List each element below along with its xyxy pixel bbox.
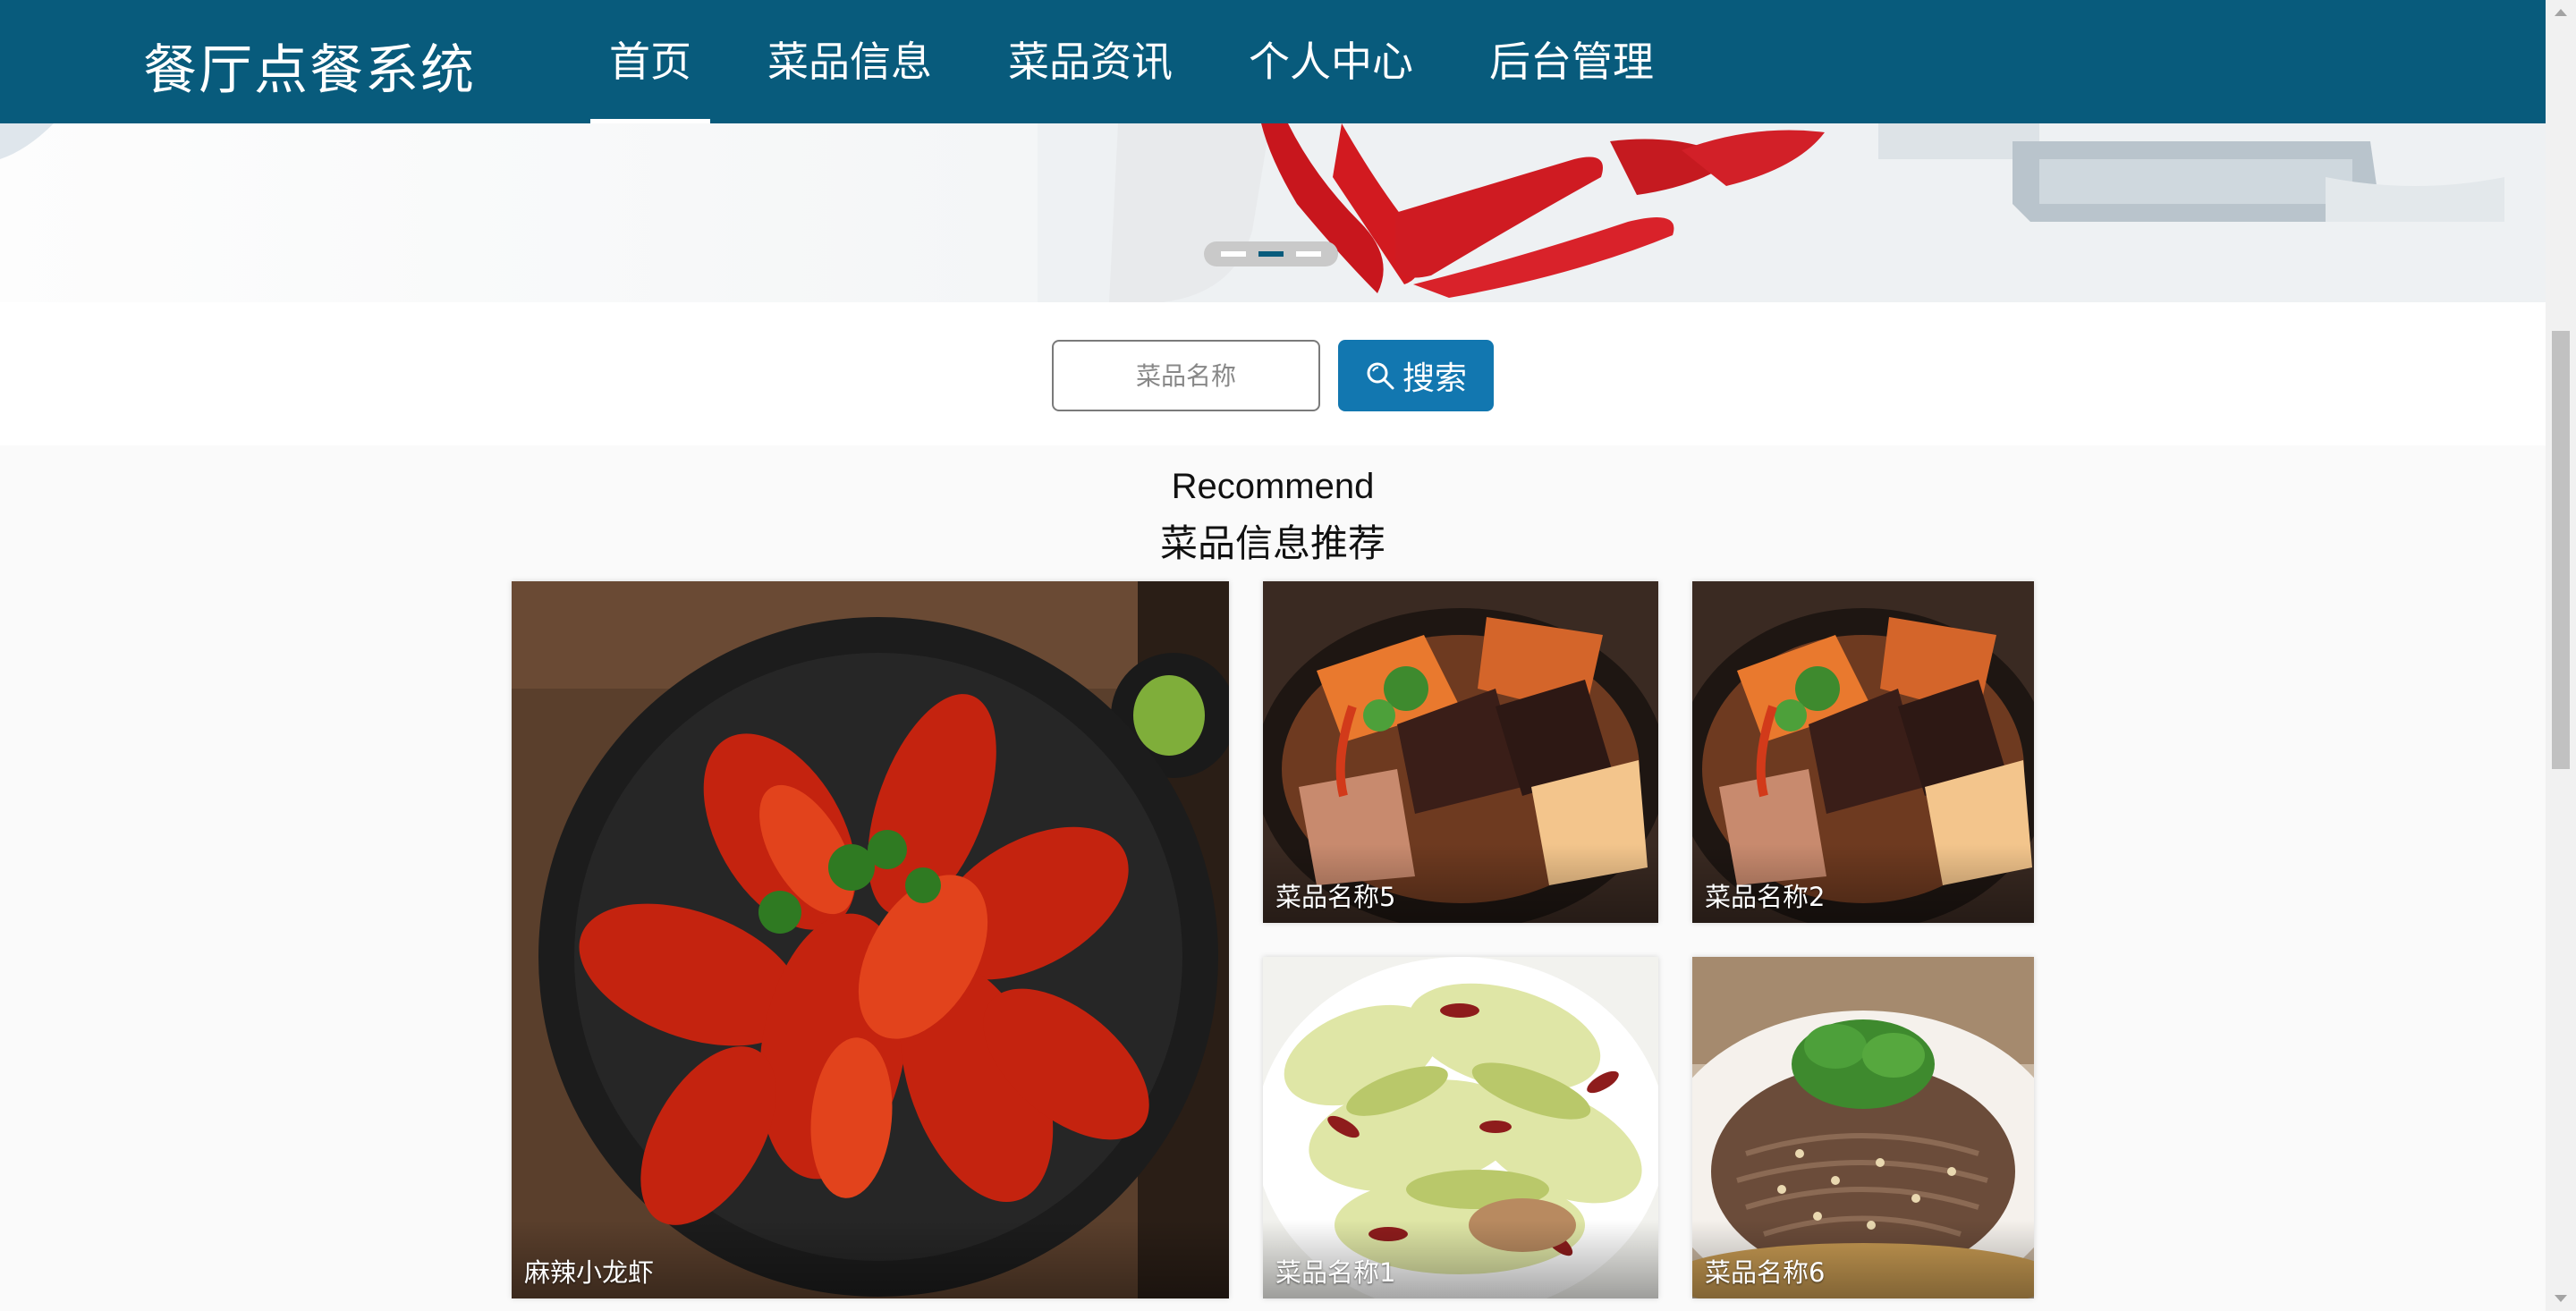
search-icon <box>1367 362 1394 390</box>
dish-name: 菜品名称2 <box>1692 844 2034 923</box>
dish-name: 菜品名称5 <box>1263 844 1658 923</box>
site-brand[interactable]: 餐厅点餐系统 <box>143 27 476 105</box>
carousel-dot[interactable] <box>1221 251 1246 257</box>
dish-card[interactable]: 菜品名称6 <box>1692 957 2034 1298</box>
search-section: 搜索 <box>0 302 2546 445</box>
page-scrollbar[interactable] <box>2546 0 2576 1311</box>
dish-card[interactable]: 菜品名称5 <box>1263 581 1658 923</box>
dish-name-search-input[interactable] <box>1052 340 1320 411</box>
dish-name: 菜品名称1 <box>1263 1220 1658 1298</box>
recommend-title-en: Recommend <box>1171 467 1375 506</box>
crayfish-photo <box>512 581 1229 1298</box>
scroll-up-arrow-icon[interactable] <box>2555 9 2567 16</box>
carousel-dot-active[interactable] <box>1258 251 1284 257</box>
dish-card[interactable]: 菜品名称2 <box>1692 581 2034 923</box>
nav-item-dish-info[interactable]: 菜品信息 <box>749 0 951 123</box>
dish-card[interactable]: 麻辣小龙虾 <box>512 581 1229 1298</box>
dish-name: 菜品名称6 <box>1692 1220 2034 1298</box>
banner-carousel[interactable] <box>0 123 2546 302</box>
nav-item-admin[interactable]: 后台管理 <box>1470 0 1673 123</box>
dish-card[interactable]: 菜品名称1 <box>1263 957 1658 1298</box>
search-button[interactable]: 搜索 <box>1338 340 1494 411</box>
top-navbar: 餐厅点餐系统 首页 菜品信息 菜品资讯 个人中心 后台管理 <box>0 0 2546 123</box>
nav-item-home[interactable]: 首页 <box>590 0 710 123</box>
dish-name: 麻辣小龙虾 <box>512 1220 1229 1298</box>
recommend-title-cn: 菜品信息推荐 <box>1159 521 1385 565</box>
search-button-label: 搜索 <box>1402 360 1467 397</box>
nav-item-dish-news[interactable]: 菜品资讯 <box>989 0 1191 123</box>
nav-item-personal-center[interactable]: 个人中心 <box>1230 0 1432 123</box>
carousel-dot[interactable] <box>1296 251 1321 257</box>
main-nav: 首页 菜品信息 菜品资讯 个人中心 后台管理 <box>590 0 1711 123</box>
carousel-indicators <box>1204 241 1338 266</box>
banner-crayfish-image <box>0 123 2546 302</box>
scroll-down-arrow-icon[interactable] <box>2555 1295 2567 1302</box>
scroll-thumb[interactable] <box>2552 331 2570 769</box>
